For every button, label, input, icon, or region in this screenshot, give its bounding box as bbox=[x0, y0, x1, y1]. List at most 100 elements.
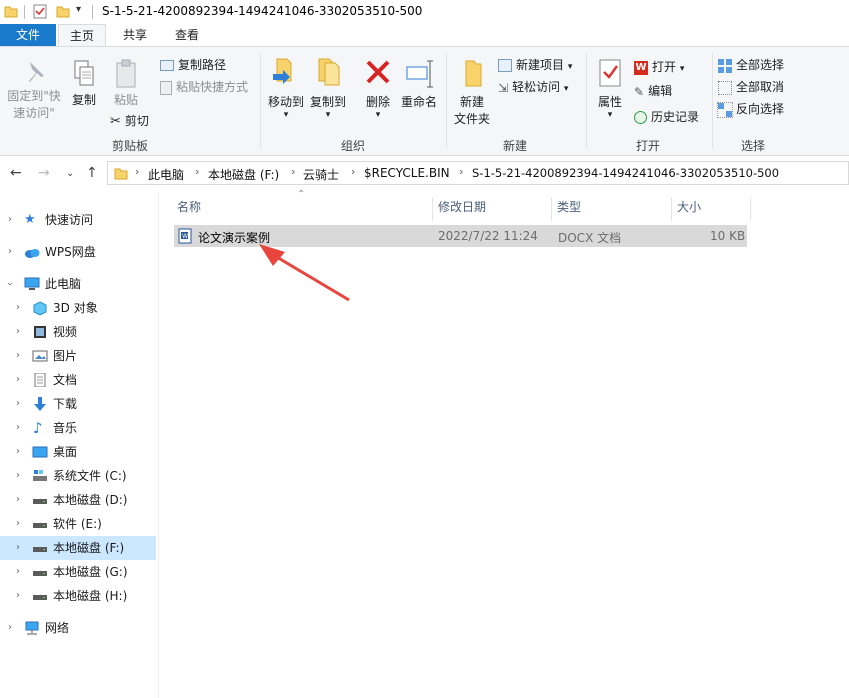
breadcrumb-sid-folder[interactable]: S-1-5-21-4200892394-1494241046-330205351… bbox=[472, 166, 779, 180]
copy-to-label: 复制到 bbox=[309, 95, 346, 109]
paste-shortcut-button[interactable]: 粘贴快捷方式 bbox=[160, 77, 248, 97]
nav-label: 此电脑 bbox=[45, 277, 82, 291]
crumb-separator-icon[interactable]: › bbox=[195, 165, 199, 178]
crumb-separator-icon[interactable]: › bbox=[351, 165, 355, 178]
properties-label: 属性 bbox=[597, 95, 622, 109]
nav-item-drive-f[interactable]: › 本地磁盘 (F:) bbox=[0, 536, 156, 560]
breadcrumb-drive-f[interactable]: 本地磁盘 (F:) bbox=[208, 166, 279, 183]
move-to-button[interactable]: 移动到 ▾ bbox=[266, 57, 306, 120]
invert-selection-button[interactable]: 反向选择 bbox=[717, 99, 784, 119]
expand-chevron-icon[interactable]: › bbox=[16, 344, 20, 368]
back-arrow-icon[interactable]: ← bbox=[10, 165, 22, 181]
paste-button[interactable]: 粘贴 bbox=[106, 59, 146, 109]
rename-button[interactable]: 重命名 bbox=[398, 57, 440, 111]
crumb-separator-icon[interactable]: › bbox=[135, 165, 139, 178]
column-header-modified[interactable]: 修改日期 bbox=[438, 197, 486, 221]
new-folder-quick-icon[interactable] bbox=[56, 4, 70, 18]
expand-chevron-icon[interactable]: › bbox=[16, 296, 20, 320]
nav-item-drive-c[interactable]: › 系统文件 (C:) bbox=[0, 464, 156, 488]
new-item-button[interactable]: 新建项目 ▾ bbox=[498, 55, 572, 75]
cube-icon bbox=[33, 301, 47, 315]
select-all-button[interactable]: 全部选择 bbox=[718, 55, 784, 75]
up-arrow-icon[interactable]: ↑ bbox=[86, 165, 98, 181]
expand-chevron-icon[interactable]: › bbox=[16, 488, 20, 512]
quick-access-dropdown-icon[interactable]: ▾ bbox=[76, 4, 81, 15]
recent-locations-chevron-icon[interactable]: ⌄ bbox=[66, 168, 74, 179]
nav-item-drive-e[interactable]: › 软件 (E:) bbox=[0, 512, 156, 536]
nav-item-3d-objects[interactable]: › 3D 对象 bbox=[0, 296, 156, 320]
column-header-size[interactable]: 大小 bbox=[677, 197, 701, 221]
nav-label: 桌面 bbox=[53, 445, 78, 459]
nav-item-drive-d[interactable]: › 本地磁盘 (D:) bbox=[0, 488, 156, 512]
new-folder-button[interactable]: 新建 文件夹 bbox=[452, 57, 492, 128]
expand-chevron-icon[interactable]: › bbox=[16, 320, 20, 344]
delete-button[interactable]: 删除 ▾ bbox=[360, 57, 396, 120]
nav-item-wps-cloud[interactable]: › WPS网盘 bbox=[0, 240, 156, 264]
open-button[interactable]: W 打开 ▾ bbox=[634, 57, 684, 77]
nav-item-drive-g[interactable]: › 本地磁盘 (G:) bbox=[0, 560, 156, 584]
expand-chevron-icon[interactable]: › bbox=[16, 440, 20, 464]
select-none-button[interactable]: 全部取消 bbox=[718, 77, 784, 97]
rename-label: 重命名 bbox=[400, 95, 437, 109]
nav-item-documents[interactable]: › 文档 bbox=[0, 368, 156, 392]
nav-item-network[interactable]: › 网络 bbox=[0, 616, 156, 640]
forward-arrow-icon[interactable]: → bbox=[38, 165, 50, 181]
history-button[interactable]: 历史记录 bbox=[634, 107, 699, 127]
open-group-label: 打开 bbox=[635, 139, 660, 153]
expand-chevron-icon[interactable]: › bbox=[16, 584, 20, 608]
expand-chevron-icon[interactable]: › bbox=[8, 616, 12, 640]
easy-access-button[interactable]: ⇲ 轻松访问 ▾ bbox=[498, 77, 568, 97]
column-header-type[interactable]: 类型 bbox=[557, 197, 581, 221]
open-label: 打开 bbox=[652, 60, 677, 74]
properties-button[interactable]: 属性 ▾ bbox=[592, 57, 628, 120]
expand-chevron-icon[interactable]: › bbox=[16, 464, 20, 488]
copy-path-button[interactable]: 复制路径 bbox=[160, 55, 226, 75]
nav-item-pictures[interactable]: › 图片 bbox=[0, 344, 156, 368]
nav-item-downloads[interactable]: › 下载 bbox=[0, 392, 156, 416]
breadcrumb-yunqishi[interactable]: 云骑士 bbox=[303, 166, 339, 183]
crumb-separator-icon[interactable]: › bbox=[291, 165, 295, 178]
expand-chevron-icon[interactable]: › bbox=[8, 240, 12, 264]
file-size: 10 KB bbox=[710, 229, 746, 243]
tab-home[interactable]: 主页 bbox=[58, 24, 106, 46]
expand-chevron-icon[interactable]: › bbox=[16, 368, 20, 392]
tab-view[interactable]: 查看 bbox=[164, 24, 210, 46]
nav-item-this-pc[interactable]: › 此电脑 bbox=[0, 272, 156, 296]
breadcrumb-this-pc[interactable]: 此电脑 bbox=[148, 166, 184, 183]
breadcrumb-recycle-bin[interactable]: $RECYCLE.BIN bbox=[364, 166, 450, 180]
expand-chevron-icon[interactable]: › bbox=[8, 208, 12, 232]
expand-chevron-icon[interactable]: › bbox=[16, 560, 20, 584]
expand-chevron-icon[interactable]: › bbox=[16, 536, 20, 560]
copy-to-button[interactable]: 复制到 ▾ bbox=[308, 57, 348, 120]
tab-file[interactable]: 文件 bbox=[0, 24, 56, 46]
tab-share[interactable]: 共享 bbox=[112, 24, 158, 46]
cloud-icon bbox=[25, 249, 40, 258]
edit-pencil-icon: ✎ bbox=[634, 84, 645, 99]
cut-button[interactable]: ✂ 剪切 bbox=[110, 111, 149, 131]
paste-shortcut-label: 粘贴快捷方式 bbox=[176, 80, 249, 94]
nav-item-desktop[interactable]: › 桌面 bbox=[0, 440, 156, 464]
folder-icon[interactable] bbox=[4, 4, 18, 18]
nav-label: 视频 bbox=[53, 325, 78, 339]
crumb-separator-icon[interactable]: › bbox=[459, 165, 463, 178]
nav-item-quick-access[interactable]: › ★ 快速访问 bbox=[0, 208, 156, 232]
pin-quick-access-button[interactable]: 固定到"快 速访问" bbox=[4, 59, 64, 122]
column-header-name[interactable]: 名称 bbox=[177, 197, 201, 221]
computer-icon bbox=[24, 277, 40, 290]
expand-chevron-icon[interactable]: › bbox=[16, 392, 20, 416]
nav-item-videos[interactable]: › 视频 bbox=[0, 320, 156, 344]
properties-quick-icon[interactable] bbox=[33, 4, 47, 19]
document-icon bbox=[34, 373, 46, 387]
expand-chevron-icon[interactable]: › bbox=[16, 512, 20, 536]
nav-item-drive-h[interactable]: › 本地磁盘 (H:) bbox=[0, 584, 156, 608]
copy-button[interactable]: 复制 bbox=[66, 59, 102, 109]
edit-button[interactable]: ✎ 编辑 bbox=[634, 81, 672, 101]
nav-item-music[interactable]: › ♪ 音乐 bbox=[0, 416, 156, 440]
delete-label: 删除 bbox=[365, 95, 390, 109]
nav-label: 3D 对象 bbox=[53, 301, 98, 315]
address-bar[interactable]: › 此电脑 › 本地磁盘 (F:) › 云骑士 › $RECYCLE.BIN ›… bbox=[107, 161, 849, 185]
expand-chevron-icon[interactable]: › bbox=[16, 416, 20, 440]
easy-access-label: 轻松访问 bbox=[512, 80, 561, 94]
copy-icon bbox=[74, 60, 94, 86]
collapse-chevron-icon[interactable]: › bbox=[0, 282, 21, 286]
